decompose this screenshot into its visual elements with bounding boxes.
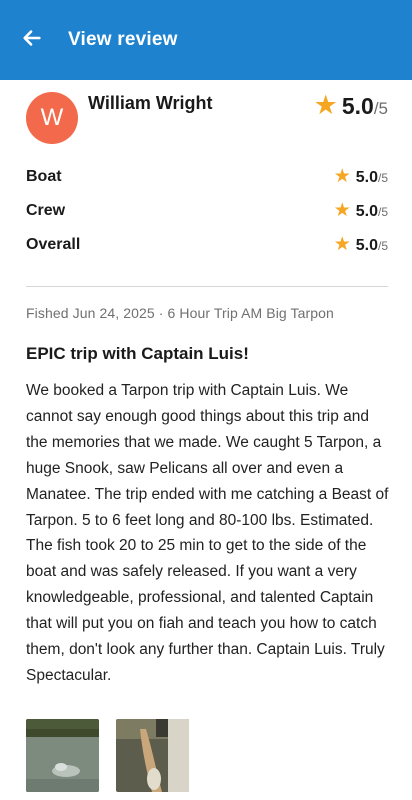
rating-max: /5: [377, 239, 388, 253]
avatar: W: [26, 92, 78, 144]
app-bar: View review: [0, 0, 412, 80]
rating-row-boat: Boat ★ 5.0 /5: [26, 160, 388, 194]
rating-score: 5.0: [355, 237, 378, 254]
review-photo-2[interactable]: [116, 719, 189, 792]
review-title: EPIC trip with Captain Luis!: [26, 344, 249, 363]
arrow-left-icon: [21, 27, 43, 54]
overall-rating-max: /5: [373, 99, 388, 118]
rating-label: Crew: [26, 202, 66, 219]
overall-rating: ★ 5.0 /5: [314, 92, 388, 120]
rating-score: 5.0: [355, 169, 378, 186]
rating-row-crew: Crew ★ 5.0 /5: [26, 194, 388, 228]
rating-value: ★ 5.0 /5: [334, 235, 388, 255]
review-photo-1[interactable]: [26, 719, 99, 792]
rating-value: ★ 5.0 /5: [334, 201, 388, 221]
star-icon: ★: [333, 234, 351, 255]
rating-label: Overall: [26, 236, 81, 253]
rating-row-overall: Overall ★ 5.0 /5: [26, 228, 388, 262]
rating-max: /5: [377, 205, 388, 219]
divider: [26, 286, 388, 287]
rating-value: ★ 5.0 /5: [334, 167, 388, 187]
back-button[interactable]: [0, 0, 64, 80]
rating-max: /5: [377, 171, 388, 185]
rating-score: 5.0: [355, 203, 378, 220]
star-icon: ★: [333, 166, 351, 187]
review-body: We booked a Tarpon trip with Captain Lui…: [26, 382, 389, 684]
reviewer-name: William Wright: [88, 93, 213, 113]
rating-label: Boat: [26, 168, 62, 185]
star-icon: ★: [333, 200, 351, 221]
reviewer-header: W William Wright ★ 5.0 /5: [26, 92, 388, 144]
overall-rating-value: 5.0: [341, 93, 374, 119]
star-icon: ★: [313, 90, 338, 120]
photo-gallery: [26, 719, 189, 792]
trip-meta: Fished Jun 24, 2025 · 6 Hour Trip AM Big…: [26, 305, 334, 321]
page-title: View review: [68, 29, 178, 50]
sub-ratings: Boat ★ 5.0 /5 Crew ★ 5.0 /5 Overall ★ 5.…: [26, 160, 388, 262]
